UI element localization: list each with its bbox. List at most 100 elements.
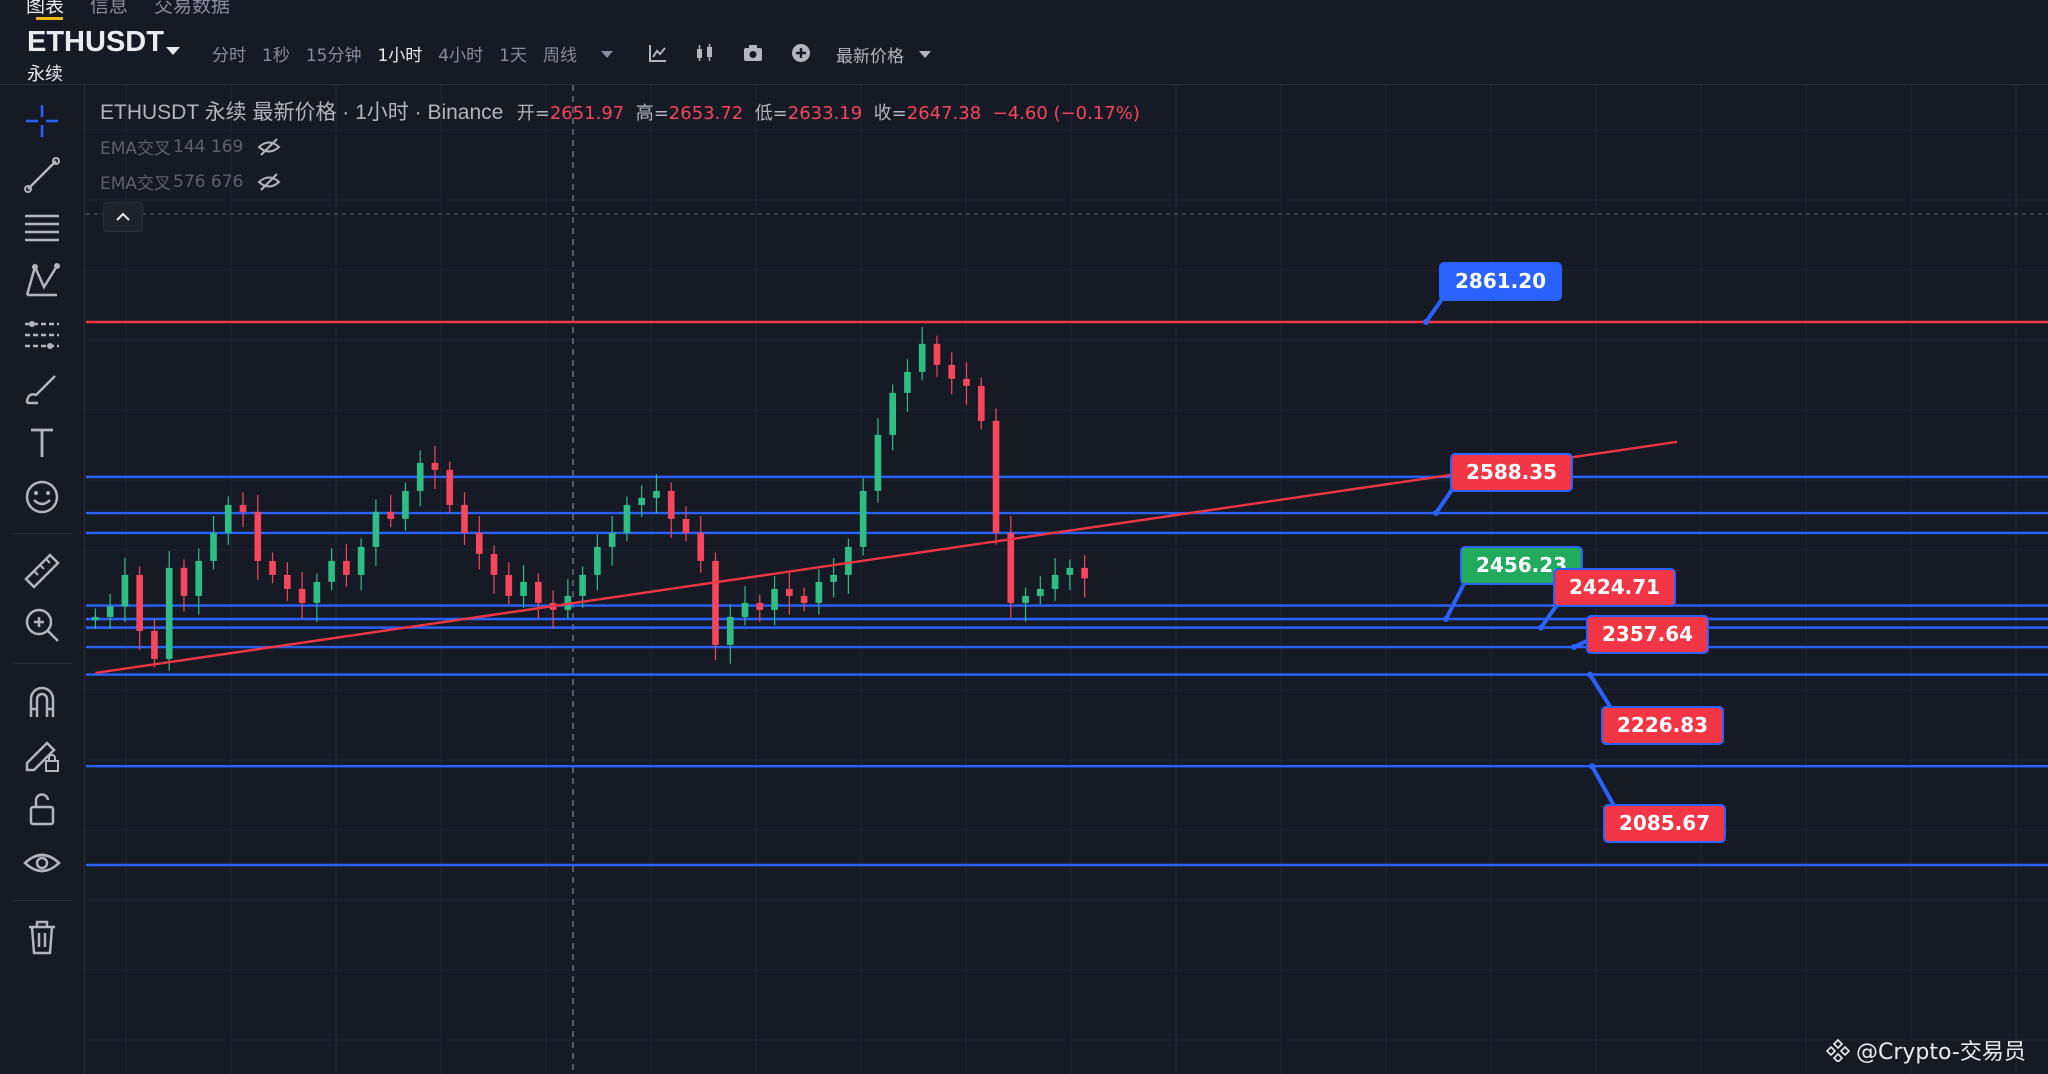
candle-body bbox=[121, 574, 129, 607]
forecast-icon[interactable] bbox=[22, 315, 62, 355]
top-toolbar: 图表 信息 交易数据 ETHUSDT 永续 分时 1秒 15分钟 1小时 4小时… bbox=[0, 0, 2048, 85]
interval-15m[interactable]: 15分钟 bbox=[306, 41, 362, 66]
text-icon[interactable] bbox=[22, 423, 62, 463]
chevron-down-icon[interactable] bbox=[919, 51, 931, 58]
candle-body bbox=[210, 532, 217, 561]
candle-body bbox=[1007, 532, 1015, 603]
tag-pointer-dot bbox=[1589, 763, 1595, 770]
price-tag[interactable]: 2085.67 bbox=[1603, 804, 1727, 843]
toolbar-divider bbox=[12, 663, 72, 664]
interval-selector: 分时 1秒 15分钟 1小时 4小时 1天 周线 bbox=[212, 41, 593, 66]
legend-low: 2633.19 bbox=[787, 103, 863, 124]
interval-1h[interactable]: 1小时 bbox=[377, 41, 422, 66]
watermark-text: @Crypto-交易员 bbox=[1856, 1040, 2026, 1065]
candle-body bbox=[963, 378, 970, 386]
toolbar-divider bbox=[12, 533, 72, 534]
candle-body bbox=[741, 602, 749, 617]
indicator-row[interactable]: EMA交叉 144 169 bbox=[100, 134, 281, 159]
candle-body bbox=[446, 469, 454, 505]
interval-4h[interactable]: 4小时 bbox=[438, 41, 483, 66]
candle-body bbox=[92, 616, 99, 621]
plus-circle-icon[interactable] bbox=[790, 42, 812, 64]
collapse-legend-button[interactable] bbox=[103, 202, 143, 232]
legend-title: ETHUSDT 永续 最新价格 · 1小时 · Binance bbox=[100, 101, 504, 124]
legend-high-label: 高= bbox=[635, 103, 669, 124]
symbol-type: 永续 bbox=[27, 64, 63, 85]
interval-1d[interactable]: 1天 bbox=[499, 41, 527, 66]
tag-pointer-dot bbox=[1571, 644, 1577, 651]
price-type-select[interactable]: 最新价格 bbox=[836, 42, 904, 67]
candle-body bbox=[653, 490, 660, 498]
legend-low-label: 低= bbox=[754, 103, 788, 124]
candle-body bbox=[756, 602, 764, 610]
candle-body bbox=[239, 504, 247, 512]
candle-body bbox=[343, 560, 350, 575]
pattern-icon[interactable] bbox=[22, 261, 62, 301]
price-chart[interactable] bbox=[86, 85, 2048, 1074]
candle-body bbox=[298, 588, 306, 603]
brush-icon[interactable] bbox=[22, 369, 62, 409]
chart-legend: ETHUSDT 永续 最新价格 · 1小时 · Binance 开=2651.9… bbox=[100, 96, 1140, 126]
candle-body bbox=[520, 581, 527, 596]
tag-pointer-dot bbox=[1538, 624, 1544, 631]
candle-body bbox=[594, 546, 601, 575]
watermark: @Crypto-交易员 bbox=[1826, 1034, 2026, 1066]
candle-body bbox=[284, 574, 291, 589]
indicator-row[interactable]: EMA交叉 576 676 bbox=[100, 169, 281, 194]
candle-body bbox=[387, 511, 394, 519]
top-tabs: 图表 信息 交易数据 bbox=[26, 0, 230, 18]
candle-body bbox=[180, 567, 188, 596]
interval-1s[interactable]: 1秒 bbox=[262, 41, 290, 66]
indicators-icon[interactable] bbox=[647, 42, 669, 64]
unlock-icon[interactable] bbox=[22, 789, 62, 829]
indicator-params: 576 676 bbox=[173, 171, 244, 192]
candle-body bbox=[490, 553, 498, 575]
tab-chart[interactable]: 图表 bbox=[26, 0, 64, 18]
crosshair-icon[interactable] bbox=[22, 101, 62, 141]
candle-body bbox=[136, 574, 143, 631]
tag-pointer-dot bbox=[1423, 319, 1429, 325]
eye-off-icon[interactable] bbox=[257, 172, 281, 191]
interval-more-icon[interactable] bbox=[601, 51, 613, 58]
magnet-icon[interactable] bbox=[22, 681, 62, 721]
interval-time[interactable]: 分时 bbox=[212, 41, 246, 66]
candle-body bbox=[904, 371, 911, 393]
camera-icon[interactable] bbox=[742, 42, 764, 64]
tag-pointer-dot bbox=[1433, 510, 1439, 517]
candle-body bbox=[1051, 574, 1059, 589]
candle-body bbox=[402, 490, 409, 519]
trendline-icon[interactable] bbox=[22, 155, 62, 195]
price-tag[interactable]: 2588.35 bbox=[1450, 453, 1574, 492]
symbol-name[interactable]: ETHUSDT bbox=[27, 26, 164, 59]
chart-canvas[interactable] bbox=[86, 85, 2048, 1074]
drawing-toolbar bbox=[0, 85, 85, 1074]
candle-body bbox=[608, 532, 616, 547]
candle-body bbox=[771, 588, 778, 610]
legend-open-label: 开= bbox=[516, 103, 550, 124]
eye-off-icon[interactable] bbox=[257, 137, 281, 156]
eye-icon[interactable] bbox=[22, 843, 62, 883]
candle-body bbox=[475, 532, 483, 554]
ruler-icon[interactable] bbox=[22, 551, 62, 591]
candle-body bbox=[859, 490, 867, 547]
price-tag[interactable]: 2424.71 bbox=[1553, 568, 1677, 607]
candle-body bbox=[623, 504, 631, 533]
lock-draw-icon[interactable] bbox=[22, 735, 62, 775]
indicator-name: EMA交叉 bbox=[100, 174, 172, 194]
candle-body bbox=[106, 606, 114, 617]
tab-trading-data[interactable]: 交易数据 bbox=[154, 0, 230, 18]
tab-info[interactable]: 信息 bbox=[90, 0, 128, 18]
price-tag[interactable]: 2861.20 bbox=[1439, 262, 1563, 301]
candle-body bbox=[505, 574, 513, 596]
price-tag[interactable]: 2357.64 bbox=[1586, 615, 1710, 654]
zoom-in-icon[interactable] bbox=[22, 605, 62, 645]
candle-body bbox=[918, 343, 926, 372]
emoji-icon[interactable] bbox=[22, 477, 62, 517]
trash-icon[interactable] bbox=[22, 917, 62, 957]
symbol-dropdown-icon[interactable] bbox=[166, 47, 180, 55]
fib-icon[interactable] bbox=[22, 208, 62, 248]
interval-week[interactable]: 周线 bbox=[543, 41, 577, 66]
candle-style-icon[interactable] bbox=[694, 42, 716, 64]
price-tag[interactable]: 2226.83 bbox=[1601, 706, 1725, 745]
legend-change: −4.60 (−0.17%) bbox=[992, 103, 1140, 124]
